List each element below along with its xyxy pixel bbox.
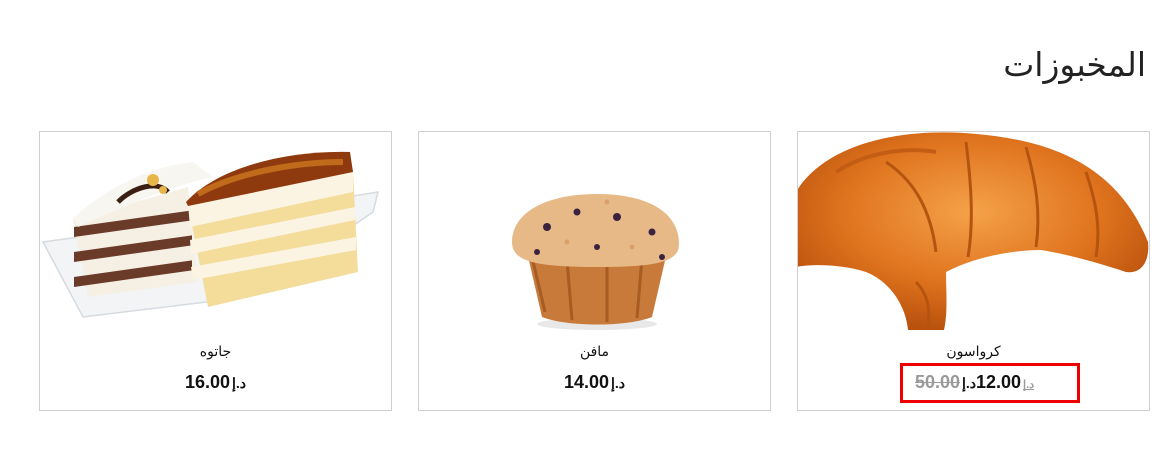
product-name[interactable]: جاتوه: [40, 344, 391, 360]
muffin-image[interactable]: [419, 132, 770, 332]
product-name[interactable]: مافن: [419, 344, 770, 360]
currency: د.إ: [232, 375, 247, 391]
currency: د.إ: [961, 375, 976, 391]
croissant-image[interactable]: [798, 132, 1149, 332]
cake-slices-image[interactable]: [40, 132, 391, 332]
current-price: 14.00: [563, 372, 610, 392]
currency: د.إ: [611, 375, 626, 391]
product-price: 50.00 د.إ12.00د.إ: [798, 372, 1149, 393]
product-card-gateau[interactable]: جاتوه 16.00 د.إ: [39, 131, 392, 411]
current-price: 12.00: [976, 372, 1022, 392]
page: المخبوزات كرواسون 50.00 د.إ12.00د.إ مافن…: [0, 0, 1168, 464]
product-card-muffin[interactable]: مافن 14.00 د.إ: [418, 131, 771, 411]
product-price: 16.00 د.إ: [40, 372, 391, 393]
section-title: المخبوزات: [1003, 45, 1146, 84]
current-price: 16.00: [184, 372, 231, 392]
product-name[interactable]: كرواسون: [798, 344, 1149, 360]
product-price: 14.00 د.إ: [419, 372, 770, 393]
product-card-croissant[interactable]: كرواسون 50.00 د.إ12.00د.إ: [797, 131, 1150, 411]
product-grid: كرواسون 50.00 د.إ12.00د.إ مافن 14.00 د.إ…: [38, 131, 1150, 413]
